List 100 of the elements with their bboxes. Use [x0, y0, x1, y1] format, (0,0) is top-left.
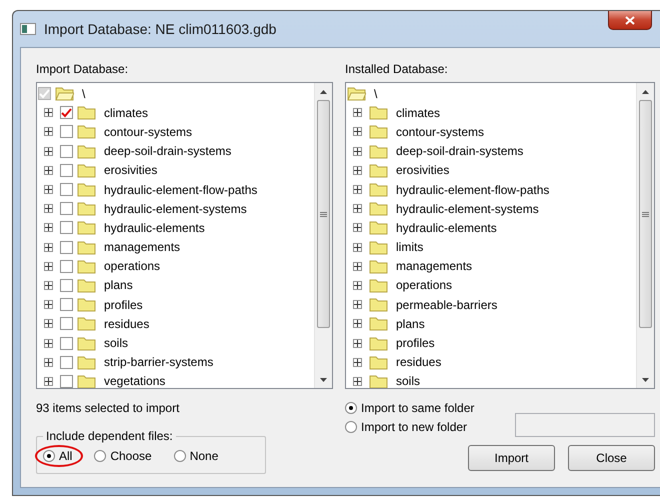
checkbox[interactable] [60, 202, 73, 216]
expand-button[interactable] [353, 127, 362, 136]
tree-item-label[interactable]: \ [82, 86, 86, 101]
radio-option[interactable]: None [174, 449, 218, 463]
folder-icon [369, 144, 388, 159]
tree-item-label[interactable]: climates [104, 106, 148, 120]
tree-item-label[interactable]: managements [104, 240, 180, 254]
checkbox[interactable] [60, 260, 73, 273]
radio-option[interactable]: Choose [94, 449, 152, 463]
tree-item-label[interactable]: operations [396, 278, 452, 292]
expand-button[interactable] [353, 280, 362, 290]
folder-icon [369, 297, 388, 312]
tree-item-label[interactable]: plans [396, 316, 425, 331]
tree-item-label[interactable]: plans [104, 278, 133, 292]
checkbox[interactable] [60, 298, 73, 312]
tree-item-label[interactable]: climates [396, 106, 440, 120]
tree-item-label[interactable]: profiles [396, 336, 435, 350]
expand-button[interactable] [353, 166, 362, 175]
checkbox[interactable] [60, 164, 73, 177]
tree-item-label[interactable]: operations [104, 259, 160, 274]
folder-icon [77, 374, 96, 388]
expand-button[interactable] [44, 300, 53, 310]
expand-button[interactable] [44, 358, 53, 367]
expand-button[interactable] [44, 223, 53, 232]
scrollbar[interactable] [636, 83, 654, 388]
tree-item-label[interactable]: strip-barrier-systems [104, 355, 214, 370]
open-folder-icon [347, 86, 366, 102]
expand-button[interactable] [44, 280, 53, 290]
tree-item-label[interactable]: vegetations [104, 374, 166, 388]
checkbox[interactable] [60, 144, 73, 158]
tree-item-label[interactable]: profiles [104, 298, 143, 312]
expand-button[interactable] [353, 338, 362, 348]
tree-item-label[interactable]: contour-systems [104, 124, 192, 139]
folder-icon [77, 316, 96, 332]
window-title: Import Database: NE clim011603.gdb [44, 21, 276, 37]
tree-item-label[interactable]: permeable-barriers [396, 298, 498, 312]
expand-button[interactable] [353, 204, 362, 214]
checkbox[interactable] [60, 317, 73, 330]
tree-item-label[interactable]: erosivities [104, 163, 158, 178]
expand-button[interactable] [44, 376, 53, 386]
close-button[interactable] [608, 11, 652, 30]
checkbox[interactable] [60, 125, 73, 138]
radio-option[interactable]: All [43, 449, 72, 463]
expand-button[interactable] [353, 262, 362, 271]
radio-option[interactable]: Import to new folder [345, 420, 503, 434]
scroll-thumb[interactable] [639, 100, 652, 328]
checkbox[interactable] [60, 356, 73, 369]
checkbox[interactable] [60, 183, 73, 196]
expand-button[interactable] [353, 185, 362, 194]
scrollbar[interactable] [314, 83, 332, 388]
expand-button[interactable] [44, 146, 53, 156]
expand-button[interactable] [44, 166, 53, 175]
checkbox[interactable] [60, 278, 73, 292]
expand-button[interactable] [353, 376, 362, 386]
expand-button[interactable] [44, 108, 53, 118]
tree-item-label[interactable]: deep-soil-drain-systems [104, 144, 232, 158]
expand-button[interactable] [353, 300, 362, 310]
tree-item-label[interactable]: \ [374, 86, 378, 101]
tree-item-label[interactable]: hydraulic-elements [104, 220, 205, 235]
expand-button[interactable] [353, 108, 362, 118]
checkbox[interactable] [60, 336, 73, 350]
tree-item-label[interactable]: hydraulic-element-systems [396, 202, 539, 216]
tree-item-label[interactable]: hydraulic-element-systems [104, 202, 247, 216]
folder-icon [369, 162, 388, 178]
tree-item-label[interactable]: soils [396, 374, 420, 388]
tree-item-label[interactable]: deep-soil-drain-systems [396, 144, 524, 158]
tree-item-label[interactable]: residues [396, 355, 442, 370]
tree-item-label[interactable]: residues [104, 316, 150, 331]
expand-button[interactable] [353, 358, 362, 367]
tree-item-label[interactable]: soils [104, 336, 128, 350]
tree-item-label[interactable]: hydraulic-elements [396, 220, 497, 235]
folder-icon [369, 278, 388, 293]
expand-button[interactable] [44, 319, 53, 328]
checkbox[interactable] [60, 240, 73, 254]
tree-item-label[interactable]: hydraulic-element-flow-paths [104, 182, 258, 197]
radio-option[interactable]: Import to same folder [345, 401, 503, 415]
expand-button[interactable] [353, 223, 362, 232]
expand-button[interactable] [44, 338, 53, 348]
tree-item-label[interactable]: managements [396, 259, 472, 274]
dialog-button[interactable]: Import [468, 445, 555, 471]
expand-button[interactable] [353, 146, 362, 156]
expand-button[interactable] [44, 204, 53, 214]
expand-button[interactable] [44, 262, 53, 271]
tree-item-label[interactable]: erosivities [396, 163, 450, 178]
tree-item-label[interactable]: limits [396, 240, 424, 254]
folder-icon [77, 162, 96, 178]
expand-button[interactable] [44, 185, 53, 194]
checkbox[interactable] [60, 374, 73, 388]
checkbox[interactable] [60, 221, 73, 234]
tree-item-label[interactable]: hydraulic-element-flow-paths [396, 182, 550, 197]
expand-button[interactable] [353, 319, 362, 328]
scroll-thumb[interactable] [317, 100, 330, 328]
expand-button[interactable] [353, 242, 362, 252]
checkbox[interactable] [60, 106, 73, 120]
expand-button[interactable] [44, 242, 53, 252]
tree-item-label[interactable]: contour-systems [396, 124, 484, 139]
expand-button[interactable] [44, 127, 53, 136]
group-label: Include dependent files: [45, 429, 174, 443]
dialog-button[interactable]: Close [568, 445, 655, 471]
checkbox[interactable] [38, 87, 51, 100]
